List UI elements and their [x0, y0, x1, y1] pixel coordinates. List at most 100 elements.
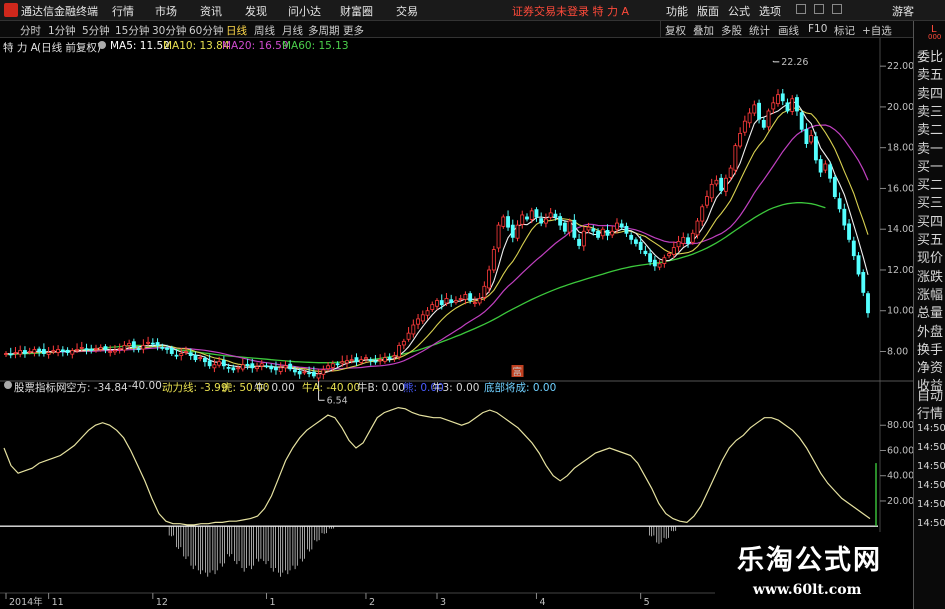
indicator-value: 牛B: 0.00	[357, 382, 405, 394]
candle-body	[37, 348, 42, 352]
close-icon[interactable]	[832, 4, 842, 14]
candle-body	[629, 234, 634, 240]
candle-body	[676, 241, 681, 248]
tool-stats[interactable]: 统计	[749, 23, 770, 38]
period-tick[interactable]: 分时	[20, 23, 41, 38]
panel-time: 14:50	[917, 480, 945, 491]
panel-item[interactable]: 现价	[917, 247, 943, 266]
date-tick-label: 11	[52, 597, 64, 608]
candle-body	[4, 353, 8, 355]
candle-body	[766, 110, 771, 128]
candle-body	[842, 208, 847, 226]
panel-lower-item[interactable]: 行情	[917, 403, 943, 422]
period-5min[interactable]: 5分钟	[82, 23, 110, 38]
menu-function[interactable]: 功能	[666, 3, 688, 19]
candle-body	[169, 347, 174, 354]
date-tick-label: 3	[440, 597, 446, 608]
panel-item[interactable]: 换手	[917, 339, 943, 358]
period-1min[interactable]: 1分钟	[48, 23, 76, 38]
panel-item[interactable]: 买一	[917, 156, 943, 175]
menu-layout[interactable]: 版面	[697, 3, 719, 19]
menu-ask[interactable]: 问小达	[288, 3, 321, 19]
period-60min[interactable]: 60分钟	[189, 23, 223, 38]
menu-guest[interactable]: 游客	[892, 3, 914, 19]
menu-news[interactable]: 资讯	[200, 3, 222, 19]
panel-item[interactable]: 涨跌	[917, 266, 943, 285]
panel-item[interactable]: 买四	[917, 211, 943, 230]
panel-item[interactable]: 总量	[917, 302, 943, 321]
tool-draw[interactable]: 画线	[778, 23, 799, 38]
indicator-value: 牛3: 0.00	[432, 382, 480, 394]
candle-body	[799, 112, 804, 130]
candle-body	[51, 350, 56, 353]
candle-body	[146, 341, 151, 344]
tool-f10[interactable]: F10	[808, 23, 827, 35]
candle-body	[686, 237, 690, 244]
candle-body	[714, 179, 719, 185]
menu-discover[interactable]: 发现	[245, 3, 267, 19]
period-30min[interactable]: 30分钟	[152, 23, 186, 38]
panel-item[interactable]: 卖五	[917, 64, 943, 83]
panel-item[interactable]: 净资	[917, 357, 943, 376]
period-multi[interactable]: 多周期	[308, 23, 340, 38]
candle-body	[458, 298, 463, 300]
period-monthly[interactable]: 月线	[282, 23, 303, 38]
date-tick-label: 1	[269, 597, 275, 608]
menu-formula[interactable]: 公式	[728, 3, 750, 19]
panel-item[interactable]: 卖三	[917, 101, 943, 120]
candle-body	[250, 363, 255, 369]
menu-wealth[interactable]: 财富圈	[340, 3, 373, 19]
panel-item[interactable]: 卖一	[917, 138, 943, 157]
indicator-settings-icon[interactable]	[4, 381, 12, 389]
date-tick-label: 5	[644, 597, 650, 608]
tool-multistock[interactable]: 多股	[721, 23, 742, 38]
panel-lower-item[interactable]: 自动	[917, 385, 943, 404]
candle-body	[832, 177, 837, 197]
login-alert[interactable]: 证券交易未登录 特 力 A	[512, 3, 629, 19]
candle-body	[264, 365, 269, 368]
panel-item[interactable]: 买三	[917, 192, 943, 211]
panel-item[interactable]: 卖二	[917, 119, 943, 138]
candle-body	[416, 318, 420, 325]
tool-adjust[interactable]: 复权	[665, 23, 686, 38]
candle-body	[165, 347, 169, 350]
candle-body	[335, 363, 340, 366]
candle-body	[420, 314, 425, 322]
panel-item[interactable]: 卖四	[917, 83, 943, 102]
candle-body	[32, 349, 37, 354]
period-daily[interactable]: 日线	[226, 23, 247, 38]
candle-body	[321, 369, 326, 375]
period-weekly[interactable]: 周线	[254, 23, 275, 38]
panel-item[interactable]: 买五	[917, 229, 943, 248]
candle-body	[662, 257, 667, 264]
panel-header-bottom: 000	[928, 33, 942, 41]
menu-trade[interactable]: 交易	[396, 3, 418, 19]
candle-body	[463, 294, 468, 300]
menu-market[interactable]: 市场	[155, 3, 177, 19]
candle-body	[364, 357, 368, 360]
panel-item[interactable]: 买二	[917, 174, 943, 193]
panel-item[interactable]: 涨幅	[917, 284, 943, 303]
candle-body	[23, 350, 27, 354]
candle-body	[89, 348, 94, 351]
min-icon[interactable]	[796, 4, 806, 14]
price-tick-label: 16.00	[887, 183, 913, 194]
menu-quotes[interactable]: 行情	[112, 3, 134, 19]
panel-time: 14:50	[917, 423, 945, 434]
period-more[interactable]: 更多	[343, 23, 364, 38]
panel-time: 14:50	[917, 442, 945, 453]
tool-mark[interactable]: 标记	[834, 23, 855, 38]
candle-body	[41, 349, 46, 354]
tool-overlay[interactable]: 叠加	[693, 23, 714, 38]
panel-item[interactable]: 外盘	[917, 321, 943, 340]
candle-body	[591, 228, 596, 232]
candle-body	[771, 102, 776, 110]
panel-item[interactable]: 委比	[917, 46, 943, 65]
price-chart[interactable]: 22.266.54富 2014年 11 12 1 2 3 4 5 8.0010.0012.00…	[0, 38, 913, 609]
tool-add-favorite[interactable]: +自选	[862, 23, 892, 38]
max-icon[interactable]	[814, 4, 824, 14]
period-15min[interactable]: 15分钟	[115, 23, 149, 38]
menu-options[interactable]: 选项	[759, 3, 781, 19]
indicator-value: 动力线: -3.99	[162, 382, 228, 394]
candle-body	[657, 263, 662, 268]
